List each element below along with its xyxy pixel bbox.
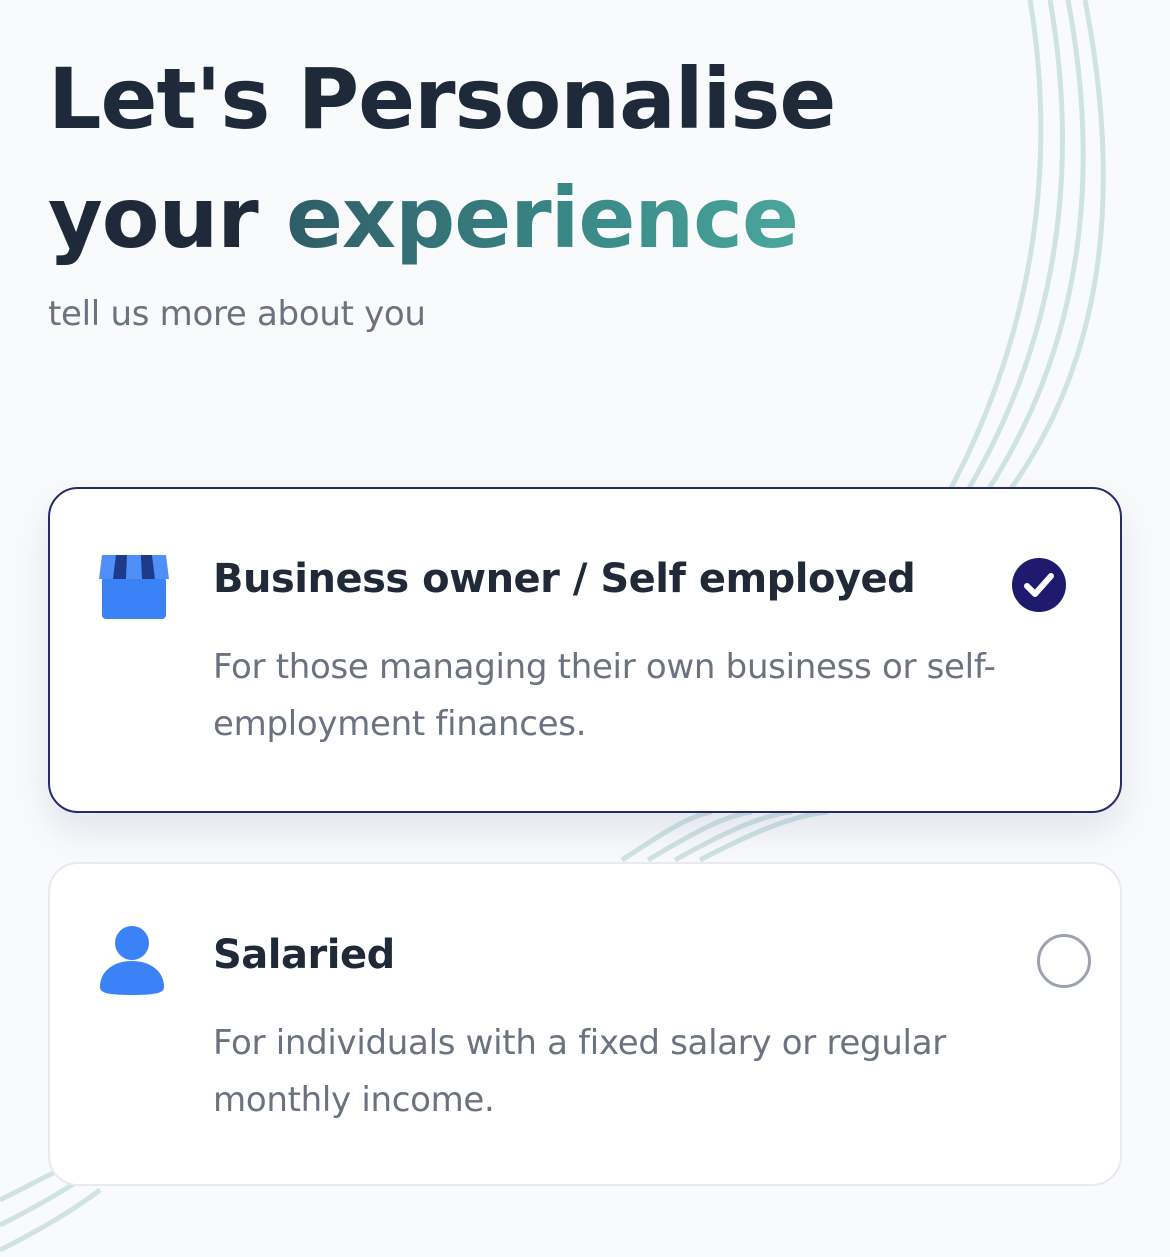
radio-button[interactable] xyxy=(1037,934,1091,988)
option-description: For those managing their own business or… xyxy=(213,647,996,744)
option-description: For individuals with a fixed salary or r… xyxy=(213,1023,946,1120)
option-card-business-owner[interactable]: Business owner / Self employed For those… xyxy=(48,487,1122,813)
option-title: Salaried xyxy=(213,932,395,978)
title-line-2-plain: your xyxy=(48,169,286,267)
option-card-salaried[interactable]: Salaried For individuals with a fixed sa… xyxy=(48,862,1122,1186)
person-icon xyxy=(100,926,164,995)
check-circle-icon[interactable] xyxy=(1012,558,1066,612)
option-title: Business owner / Self employed xyxy=(213,556,916,602)
title-line-1: Let's Personalise xyxy=(48,50,836,148)
title-line-2-accent: experience xyxy=(285,169,799,267)
page-subtitle: tell us more about you xyxy=(48,294,426,334)
storefront-icon xyxy=(99,555,169,619)
page-title: Let's Personalise your experience xyxy=(48,40,836,278)
